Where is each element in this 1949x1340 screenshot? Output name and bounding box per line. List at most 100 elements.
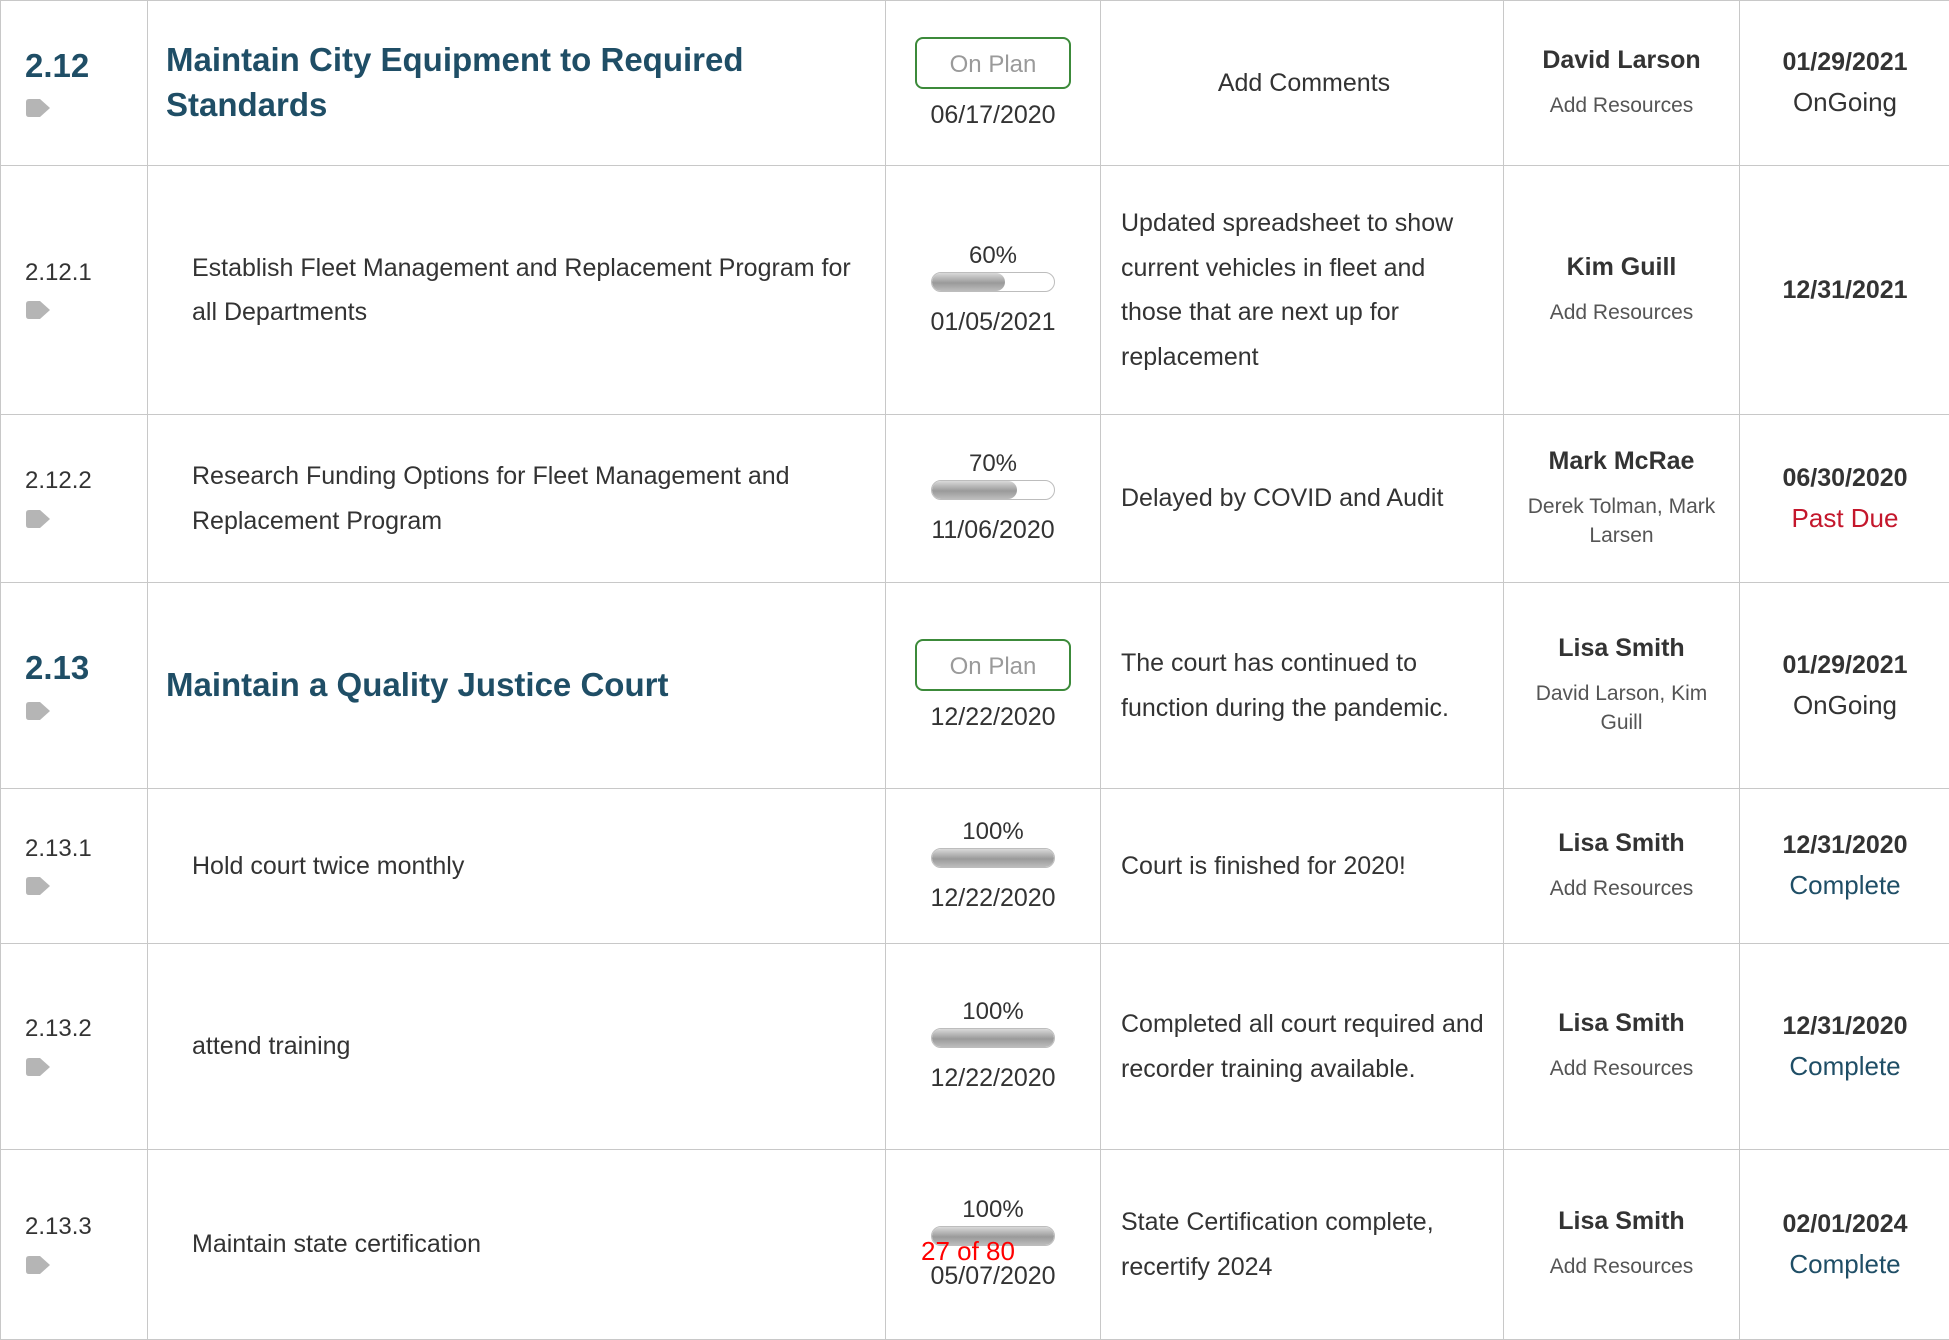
task-number: 2.13.3	[25, 1214, 147, 1240]
due-status: Complete	[1740, 870, 1949, 901]
add-resources-link[interactable]: Add Resources	[1514, 874, 1729, 903]
due-date: 12/31/2020	[1740, 1012, 1949, 1041]
number-cell: 2.13.1	[1, 789, 148, 944]
due-date: 12/31/2020	[1740, 831, 1949, 860]
due-cell: 12/31/2020 Complete	[1740, 944, 1949, 1150]
progress-bar	[931, 480, 1055, 500]
number-cell: 2.12.1	[1, 166, 148, 415]
owner-cell: Lisa Smith David Larson, Kim Guill	[1504, 583, 1740, 789]
due-cell: 12/31/2021	[1740, 166, 1949, 415]
status-cell: 60% 01/05/2021	[886, 166, 1101, 415]
comments-cell[interactable]: Court is finished for 2020!	[1101, 789, 1504, 944]
due-status: OnGoing	[1740, 690, 1949, 721]
task-row: 2.12.1 Establish Fleet Management and Re…	[1, 166, 1949, 415]
task-number: 2.12.1	[25, 260, 147, 286]
number-cell: 2.13	[1, 583, 148, 789]
owner-name: Lisa Smith	[1514, 1207, 1729, 1236]
status-date: 12/22/2020	[886, 1064, 1100, 1093]
status-cell: 70% 11/06/2020	[886, 415, 1101, 583]
owner-cell: Mark McRae Derek Tolman, Mark Larsen	[1504, 415, 1740, 583]
due-date: 01/29/2021	[1740, 651, 1949, 680]
due-date: 12/31/2021	[1740, 276, 1949, 305]
progress-bar	[931, 1028, 1055, 1048]
goal-row: 2.12 Maintain City Equipment to Required…	[1, 1, 1949, 166]
progress-percent: 60%	[886, 244, 1100, 268]
status-badge[interactable]: On Plan	[915, 37, 1071, 89]
owner-cell: David Larson Add Resources	[1504, 1, 1740, 166]
status-date: 06/17/2020	[886, 101, 1100, 130]
status-date: 12/22/2020	[886, 703, 1100, 732]
due-cell: 06/30/2020 Past Due	[1740, 415, 1949, 583]
number-cell: 2.13.3	[1, 1150, 148, 1340]
strategic-plan-table: 2.12 Maintain City Equipment to Required…	[0, 0, 1949, 1340]
owner-name: Mark McRae	[1514, 447, 1729, 476]
page-indicator: 27 of 80	[921, 1236, 1015, 1267]
goal-title[interactable]: Maintain City Equipment to Required Stan…	[148, 1, 886, 166]
due-date: 02/01/2024	[1740, 1210, 1949, 1239]
progress-fill	[932, 273, 1005, 291]
progress-percent: 70%	[886, 452, 1100, 476]
comments-cell[interactable]: The court has continued to function duri…	[1101, 583, 1504, 789]
status-date: 01/05/2021	[886, 308, 1100, 337]
status-cell: On Plan 06/17/2020	[886, 1, 1101, 166]
resources-list[interactable]: Derek Tolman, Mark Larsen	[1514, 492, 1729, 551]
status-cell: 100% 12/22/2020	[886, 944, 1101, 1150]
tag-icon[interactable]	[25, 300, 51, 320]
comments-cell[interactable]: State Certification complete, recertify …	[1101, 1150, 1504, 1340]
tag-icon[interactable]	[25, 1255, 51, 1275]
due-status: Past Due	[1740, 503, 1949, 534]
task-number: 2.13.2	[25, 1016, 147, 1042]
comments-cell[interactable]: Delayed by COVID and Audit	[1101, 415, 1504, 583]
due-cell: 02/01/2024 Complete	[1740, 1150, 1949, 1340]
progress-percent: 100%	[886, 820, 1100, 844]
add-resources-link[interactable]: Add Resources	[1514, 1252, 1729, 1281]
owner-cell: Kim Guill Add Resources	[1504, 166, 1740, 415]
task-title[interactable]: Establish Fleet Management and Replaceme…	[148, 166, 886, 415]
task-number: 2.12.2	[25, 468, 147, 494]
resources-list[interactable]: David Larson, Kim Guill	[1514, 679, 1729, 738]
task-title[interactable]: Maintain state certification	[148, 1150, 886, 1340]
status-cell: On Plan 12/22/2020	[886, 583, 1101, 789]
due-cell: 01/29/2021 OnGoing	[1740, 583, 1949, 789]
progress-percent: 100%	[886, 1198, 1100, 1222]
owner-name: Kim Guill	[1514, 253, 1729, 282]
number-cell: 2.12	[1, 1, 148, 166]
add-resources-link[interactable]: Add Resources	[1514, 1054, 1729, 1083]
number-cell: 2.13.2	[1, 944, 148, 1150]
progress-bar	[931, 272, 1055, 292]
task-number: 2.13.1	[25, 836, 147, 862]
tag-icon[interactable]	[25, 1057, 51, 1077]
due-cell: 01/29/2021 OnGoing	[1740, 1, 1949, 166]
status-date: 12/22/2020	[886, 884, 1100, 913]
task-title[interactable]: Research Funding Options for Fleet Manag…	[148, 415, 886, 583]
task-row: 2.13.1 Hold court twice monthly 100% 12/…	[1, 789, 1949, 944]
goal-title[interactable]: Maintain a Quality Justice Court	[148, 583, 886, 789]
tag-icon[interactable]	[25, 876, 51, 896]
status-date: 11/06/2020	[886, 516, 1100, 545]
due-status: Complete	[1740, 1051, 1949, 1082]
number-cell: 2.12.2	[1, 415, 148, 583]
task-title[interactable]: Hold court twice monthly	[148, 789, 886, 944]
status-badge[interactable]: On Plan	[915, 639, 1071, 691]
comments-cell[interactable]: Completed all court required and recorde…	[1101, 944, 1504, 1150]
owner-cell: Lisa Smith Add Resources	[1504, 789, 1740, 944]
add-resources-link[interactable]: Add Resources	[1514, 91, 1729, 120]
task-row: 2.13.2 attend training 100% 12/22/2020 C…	[1, 944, 1949, 1150]
comments-cell[interactable]: Updated spreadsheet to show current vehi…	[1101, 166, 1504, 415]
task-row: 2.12.2 Research Funding Options for Flee…	[1, 415, 1949, 583]
task-title[interactable]: attend training	[148, 944, 886, 1150]
due-status: OnGoing	[1740, 87, 1949, 118]
progress-fill	[932, 849, 1054, 867]
due-cell: 12/31/2020 Complete	[1740, 789, 1949, 944]
due-date: 01/29/2021	[1740, 48, 1949, 77]
owner-name: Lisa Smith	[1514, 634, 1729, 663]
tag-icon[interactable]	[25, 509, 51, 529]
tag-icon[interactable]	[25, 98, 51, 118]
tag-icon[interactable]	[25, 701, 51, 721]
add-comments-link[interactable]: Add Comments	[1218, 69, 1390, 97]
owner-cell: Lisa Smith Add Resources	[1504, 1150, 1740, 1340]
goal-row: 2.13 Maintain a Quality Justice Court On…	[1, 583, 1949, 789]
owner-name: Lisa Smith	[1514, 1009, 1729, 1038]
add-resources-link[interactable]: Add Resources	[1514, 298, 1729, 327]
comments-cell[interactable]: Add Comments	[1101, 1, 1504, 166]
